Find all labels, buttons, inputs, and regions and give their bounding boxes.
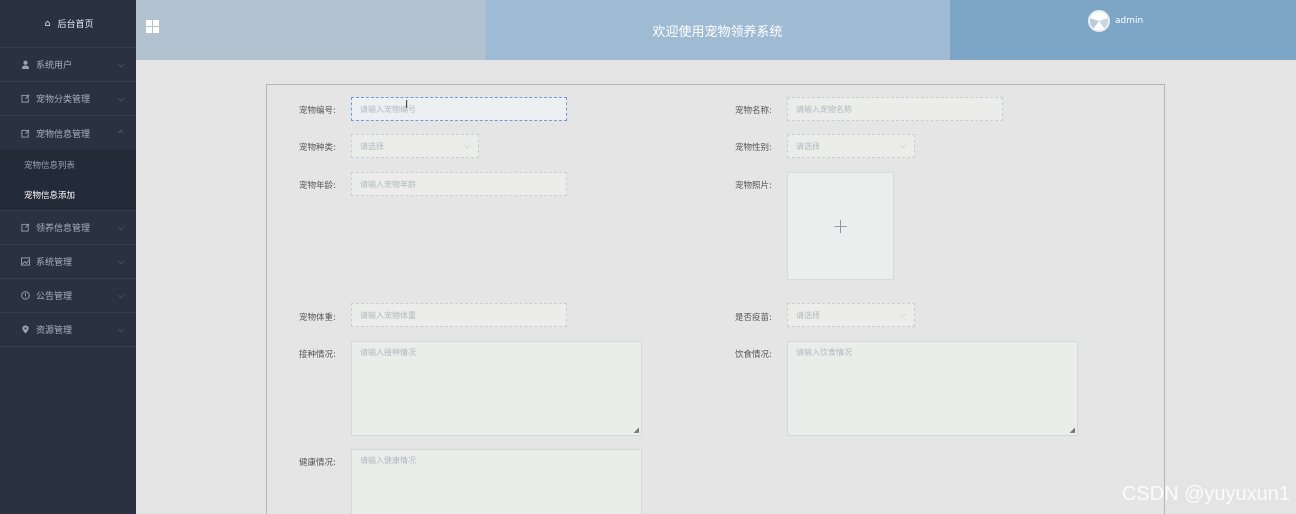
- pet-weight-input[interactable]: 请输入宠物体重: [351, 303, 567, 327]
- sidebar-item-label: 资源管理: [36, 326, 73, 336]
- sidebar-subitem-pet-add[interactable]: 宠物信息添加: [0, 180, 136, 210]
- sidebar-home[interactable]: ⌂ 后台首页: [0, 0, 136, 48]
- plus-icon: +: [832, 214, 849, 238]
- vaccinated-select[interactable]: 请选择 ⌵: [787, 303, 915, 327]
- pet-photo-label: 宠物照片:: [735, 181, 772, 191]
- edit-icon: [20, 128, 30, 138]
- chevron-down-icon: ⌵: [117, 324, 124, 334]
- top-header: 欢迎使用宠物领养系统 admin: [136, 0, 1296, 60]
- vaccinated-label: 是否疫苗:: [735, 313, 772, 323]
- header-right: admin: [950, 0, 1296, 60]
- user-menu[interactable]: admin: [1088, 10, 1143, 32]
- health-textarea[interactable]: 请输入健康情况: [351, 449, 642, 514]
- pet-type-label: 宠物种类:: [299, 143, 336, 153]
- sidebar-item-label: 系统用户: [36, 61, 73, 71]
- sidebar-item-users[interactable]: 系统用户 ⌵: [0, 48, 136, 82]
- sidebar-item-label: 宠物分类管理: [36, 95, 91, 105]
- pet-type-select[interactable]: 请选择 ⌵: [351, 134, 479, 158]
- sidebar-item-adoption[interactable]: 领养信息管理 ⌵: [0, 211, 136, 245]
- avatar: [1088, 10, 1110, 32]
- image-icon: [20, 257, 30, 267]
- sidebar-item-resources[interactable]: 资源管理 ⌵: [0, 313, 136, 347]
- photo-upload[interactable]: +: [787, 172, 894, 280]
- pet-age-label: 宠物年龄:: [299, 181, 336, 191]
- diet-label: 饮食情况:: [735, 350, 772, 360]
- sidebar-item-announcement[interactable]: 公告管理 ⌵: [0, 279, 136, 313]
- diet-placeholder: 请输入饮食情况: [796, 348, 852, 357]
- chevron-down-icon: ⌵: [899, 310, 906, 319]
- watermark: CSDN @yuyuxun1: [1121, 483, 1290, 505]
- pet-age-input[interactable]: 请输入宠物年龄: [351, 172, 567, 196]
- pet-gender-label: 宠物性别:: [735, 143, 772, 153]
- chevron-down-icon: ⌵: [117, 93, 124, 103]
- pet-add-form: 宠物编号: 请输入宠物编号 I 宠物名称: 请输入宠物名称 宠物种类: 请选择 …: [266, 84, 1165, 514]
- chevron-down-icon: ⌵: [117, 222, 124, 232]
- resize-grip-icon[interactable]: ◢: [1070, 426, 1075, 434]
- pet-weight-placeholder: 请输入宠物体重: [360, 310, 416, 320]
- resize-grip-icon[interactable]: ◢: [634, 426, 639, 434]
- pet-no-label: 宠物编号:: [299, 106, 336, 116]
- user-icon: [20, 60, 30, 70]
- pet-name-placeholder: 请输入宠物名称: [796, 104, 852, 114]
- sidebar-submenu-pet-info: 宠物信息列表 宠物信息添加: [0, 150, 136, 211]
- sidebar-home-label: 后台首页: [57, 20, 94, 30]
- location-icon: [20, 325, 30, 335]
- chevron-down-icon: ⌵: [117, 256, 124, 266]
- pet-weight-label: 宠物体重:: [299, 313, 336, 323]
- pet-type-placeholder: 请选择: [360, 141, 384, 151]
- pet-age-placeholder: 请输入宠物年龄: [360, 179, 416, 189]
- sidebar-item-pet-info[interactable]: 宠物信息管理 ^: [0, 116, 136, 150]
- header-left: [136, 0, 485, 60]
- vaccination-textarea[interactable]: 请输入接种情况 ◢: [351, 341, 642, 436]
- health-placeholder: 请输入健康情况: [360, 456, 416, 465]
- edit-icon: [20, 94, 30, 104]
- menu-grid-icon[interactable]: [146, 20, 159, 33]
- diet-textarea[interactable]: 请输入饮食情况 ◢: [787, 341, 1078, 436]
- sidebar-item-label: 宠物信息管理: [36, 129, 91, 140]
- vaccination-label: 接种情况:: [299, 350, 336, 360]
- sidebar: ⌂ 后台首页 系统用户 ⌵ 宠物分类管理 ⌵ 宠物信息管理 ^ 宠物信息列表 宠…: [0, 0, 136, 514]
- health-label: 健康情况:: [299, 458, 336, 468]
- page-title: 欢迎使用宠物领养系统: [485, 0, 950, 60]
- sidebar-item-label: 公告管理: [36, 292, 73, 302]
- sidebar-item-label: 领养信息管理: [36, 224, 91, 234]
- text-cursor-icon: I: [405, 98, 409, 111]
- pet-name-label: 宠物名称:: [735, 106, 772, 116]
- chevron-down-icon: ⌵: [117, 59, 124, 69]
- sidebar-item-pet-category[interactable]: 宠物分类管理 ⌵: [0, 82, 136, 116]
- chevron-down-icon: ⌵: [463, 141, 470, 150]
- chevron-down-icon: ⌵: [899, 141, 906, 150]
- username: admin: [1115, 16, 1144, 26]
- pet-no-input[interactable]: 请输入宠物编号: [351, 97, 567, 121]
- pet-gender-placeholder: 请选择: [796, 141, 820, 151]
- edit-icon: [20, 223, 30, 233]
- home-icon: ⌂: [44, 18, 51, 29]
- chevron-down-icon: ⌵: [117, 290, 124, 300]
- sidebar-subitem-pet-list[interactable]: 宠物信息列表: [0, 150, 136, 180]
- vaccination-placeholder: 请输入接种情况: [360, 348, 416, 357]
- info-icon: [20, 291, 30, 301]
- chevron-up-icon: ^: [117, 128, 124, 138]
- pet-name-input[interactable]: 请输入宠物名称: [787, 97, 1003, 121]
- pet-gender-select[interactable]: 请选择 ⌵: [787, 134, 915, 158]
- sidebar-item-system[interactable]: 系统管理 ⌵: [0, 245, 136, 279]
- sidebar-item-label: 系统管理: [36, 258, 73, 268]
- vaccinated-placeholder: 请选择: [796, 310, 820, 320]
